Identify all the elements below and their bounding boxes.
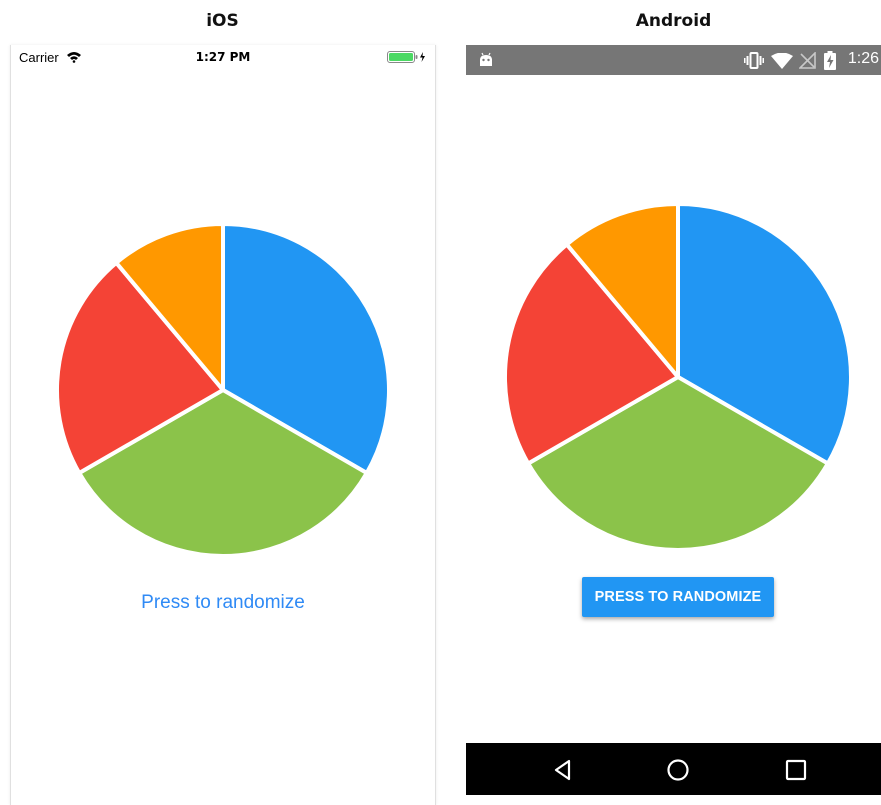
android-pie-chart	[504, 202, 853, 552]
android-navigation-bar	[466, 743, 881, 795]
android-heading: Android	[635, 11, 712, 31]
android-debug-icon	[478, 52, 494, 73]
android-screen: 1:26 PRESS TO RANDOMIZE	[466, 45, 881, 795]
ios-screen: Carrier 1:27 PM Press to randomize	[10, 45, 436, 805]
ios-pie-chart	[57, 223, 391, 558]
android-clock: 1:26	[847, 50, 879, 67]
recents-icon[interactable]	[782, 756, 810, 784]
home-icon[interactable]	[664, 756, 692, 784]
vibrate-icon	[744, 52, 764, 74]
wifi-icon	[771, 52, 793, 74]
ios-randomize-button[interactable]: Press to randomize	[11, 592, 435, 614]
ios-status-bar: Carrier 1:27 PM	[11, 45, 435, 71]
no-signal-icon	[798, 51, 816, 74]
android-randomize-button[interactable]: PRESS TO RANDOMIZE	[582, 577, 774, 617]
back-icon[interactable]	[549, 756, 577, 784]
battery-charging-icon	[387, 51, 427, 66]
android-status-bar: 1:26	[466, 45, 881, 75]
ios-heading: iOS	[206, 11, 239, 31]
battery-charging-icon	[824, 51, 836, 75]
ios-clock: 1:27 PM	[195, 50, 251, 64]
